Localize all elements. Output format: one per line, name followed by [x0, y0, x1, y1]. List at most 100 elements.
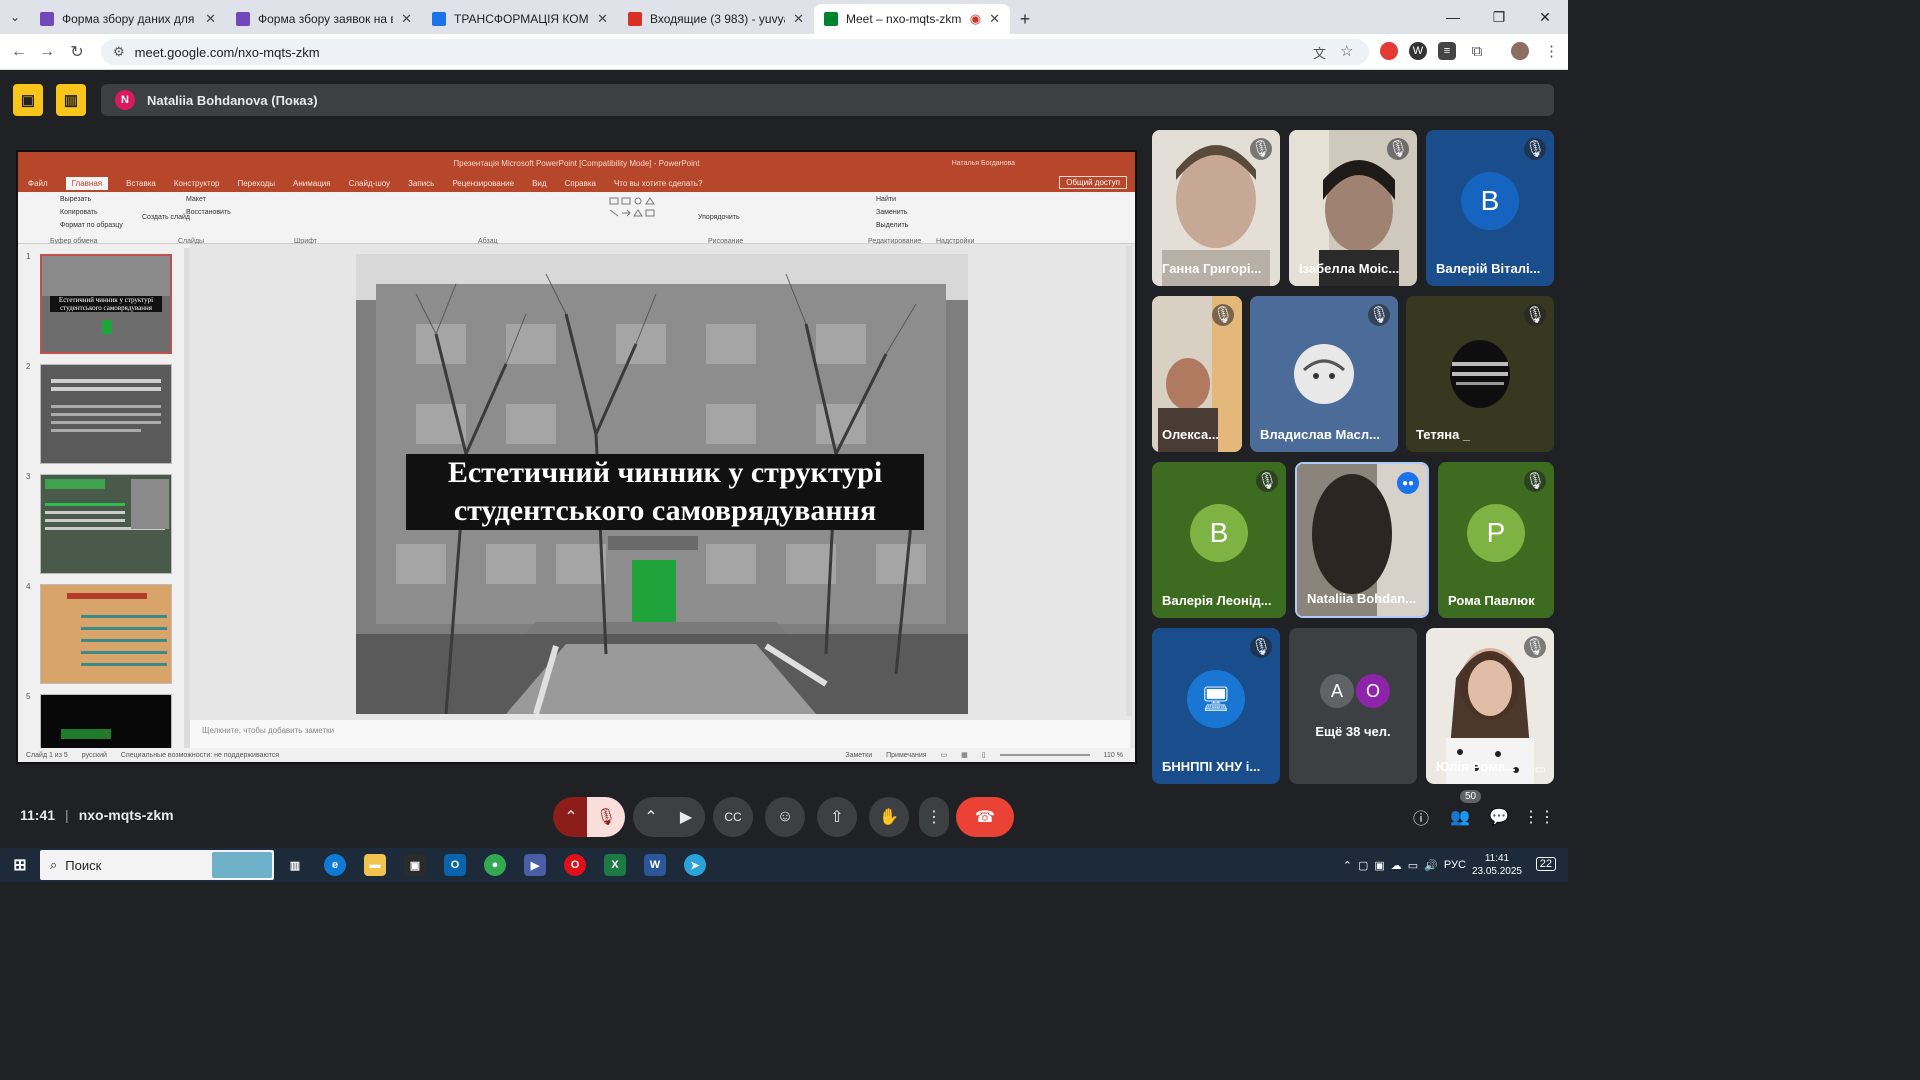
- tray-network-icon[interactable]: ▭: [1408, 859, 1418, 872]
- excel-icon[interactable]: X: [604, 854, 626, 876]
- layout-icon[interactable]: ▥: [56, 84, 86, 116]
- tray-cloud-icon[interactable]: ☁: [1391, 859, 1402, 872]
- ppt-tab[interactable]: Файл: [28, 179, 48, 188]
- browser-tab[interactable]: Форма збору заявок на вступ ✕: [226, 4, 422, 34]
- profile-avatar[interactable]: [1511, 42, 1529, 60]
- taskbar-search[interactable]: ⌕ Поиск: [40, 850, 274, 880]
- close-window-icon[interactable]: ✕: [1522, 0, 1568, 34]
- extension-red-icon[interactable]: [1380, 42, 1398, 60]
- restore-icon[interactable]: ❐: [1476, 0, 1522, 34]
- participant-tile[interactable]: 🖥 🎙 БННППІ ХНУ і...: [1152, 628, 1280, 784]
- ppt-tab[interactable]: Конструктор: [174, 179, 220, 188]
- pin-tile-icon[interactable]: ▭: [1535, 762, 1546, 776]
- participant-tile[interactable]: 🎙 Ізабелла Моіс...: [1289, 130, 1417, 286]
- participant-tile[interactable]: B 🎙 Валерія Леонід...: [1152, 462, 1286, 618]
- chrome-menu-icon[interactable]: ⋮: [1544, 42, 1559, 60]
- slide-vertical-scrollbar[interactable]: [1126, 246, 1132, 716]
- store-icon[interactable]: ▣: [404, 854, 426, 876]
- extension-bars-icon[interactable]: ≡: [1438, 42, 1456, 60]
- slide-thumbnail[interactable]: [40, 474, 172, 574]
- slide-thumbnail[interactable]: [40, 364, 172, 464]
- status-accessibility[interactable]: Специальные возможности: не поддерживают…: [121, 752, 279, 759]
- tray-app-icon[interactable]: ▣: [1374, 859, 1384, 872]
- windows-start-icon[interactable]: ⊞: [9, 854, 31, 876]
- ppt-tab-home[interactable]: Главная: [65, 176, 109, 190]
- slide-thumbnail[interactable]: [40, 584, 172, 684]
- chat-icon[interactable]: 💬: [1486, 804, 1512, 830]
- ppt-tab[interactable]: Слайд-шоу: [349, 179, 390, 188]
- browser-tab[interactable]: Входящие (3 983) - yuvyak@gr ✕: [618, 4, 814, 34]
- telegram-icon[interactable]: ➤: [684, 854, 706, 876]
- participant-tile[interactable]: 🎙 Олекса...: [1152, 296, 1242, 452]
- captions-icon[interactable]: CC: [713, 797, 753, 837]
- zoom-slider[interactable]: [999, 754, 1090, 756]
- stop-presenting-icon[interactable]: ▣: [13, 84, 43, 116]
- ribbon-replace[interactable]: Заменить: [876, 209, 907, 216]
- leave-call-button[interactable]: ☎: [956, 797, 1014, 837]
- participant-tile-speaking[interactable]: ●● Nataliia Bohdan...: [1295, 462, 1429, 618]
- taskbar-clock[interactable]: 11:41 23.05.2025: [1472, 852, 1522, 878]
- ribbon-format-painter[interactable]: Формат по образцу: [60, 222, 123, 229]
- ppt-tab[interactable]: Анимация: [293, 179, 331, 188]
- activities-icon[interactable]: ⋮⋮: [1523, 804, 1555, 830]
- slide-title-box[interactable]: Естетичний чинник у структурі студентськ…: [406, 454, 924, 530]
- participant-tile[interactable]: B 🎙 Валерій Віталі...: [1426, 130, 1554, 286]
- ribbon-cut[interactable]: Вырезать: [60, 196, 91, 203]
- view-sorter-icon[interactable]: ▦: [961, 751, 968, 759]
- slide-thumbnail[interactable]: [40, 694, 172, 750]
- outlook-icon[interactable]: O: [444, 854, 466, 876]
- task-view-icon[interactable]: ▥: [284, 854, 306, 876]
- word-icon[interactable]: W: [644, 854, 666, 876]
- tray-language[interactable]: РУС: [1444, 859, 1466, 871]
- camera-icon[interactable]: ▶: [667, 797, 705, 837]
- tray-chevron-icon[interactable]: ⌃: [1343, 859, 1352, 872]
- view-normal-icon[interactable]: ▭: [941, 751, 948, 759]
- close-tab-icon[interactable]: ✕: [205, 11, 216, 27]
- ppt-tab[interactable]: Вставка: [126, 179, 156, 188]
- ppt-tab[interactable]: Переходы: [237, 179, 275, 188]
- browser-tab[interactable]: Форма збору даних для реєст ✕: [30, 4, 226, 34]
- tab-search-chevron-icon[interactable]: ⌄: [0, 0, 30, 34]
- browser-tab[interactable]: ТРАНСФОРМАЦІЯ КОМУНІКАЦ ✕: [422, 4, 618, 34]
- participant-tile[interactable]: 🎙 Владислав Масл...: [1250, 296, 1398, 452]
- participant-tile[interactable]: 🎙 Тетяна _: [1406, 296, 1554, 452]
- raise-hand-icon[interactable]: ✋: [869, 797, 909, 837]
- notifications-badge[interactable]: 22: [1535, 857, 1556, 871]
- ppt-tab[interactable]: Запись: [408, 179, 434, 188]
- ribbon-arrange[interactable]: Упорядочить: [698, 214, 740, 221]
- browser-tab-active[interactable]: Meet – nxo-mqts-zkm ◉ ✕: [814, 4, 1010, 34]
- translate-icon[interactable]: 文: [1313, 43, 1326, 62]
- meeting-details-icon[interactable]: ⓘ: [1408, 804, 1434, 830]
- minimize-icon[interactable]: —: [1430, 0, 1476, 34]
- status-comments-button[interactable]: Примечания: [886, 752, 926, 759]
- ribbon-layout[interactable]: Макет: [186, 196, 206, 203]
- more-options-icon[interactable]: ⋮: [919, 797, 949, 837]
- ribbon-select[interactable]: Выделить: [876, 222, 908, 229]
- edge-icon[interactable]: e: [324, 854, 346, 876]
- close-tab-icon[interactable]: ✕: [989, 11, 1000, 27]
- participant-tile[interactable]: 🎙 Ганна Григорі...: [1152, 130, 1280, 286]
- audio-options-button[interactable]: ⌃: [553, 797, 589, 837]
- new-tab-button[interactable]: +: [1010, 4, 1040, 34]
- ribbon-find[interactable]: Найти: [876, 196, 896, 203]
- ppt-tab[interactable]: Справка: [565, 179, 596, 188]
- status-notes-button[interactable]: Заметки: [845, 752, 872, 759]
- ppt-tell-me[interactable]: Что вы хотите сделать?: [614, 179, 702, 188]
- close-tab-icon[interactable]: ✕: [401, 11, 412, 27]
- site-info-icon[interactable]: ⚙: [113, 44, 125, 60]
- video-options-button[interactable]: ⌃: [633, 797, 669, 837]
- status-language[interactable]: русский: [82, 752, 107, 759]
- ppt-tab[interactable]: Рецензирование: [452, 179, 514, 188]
- ppt-tab[interactable]: Вид: [532, 179, 546, 188]
- microphone-muted-button[interactable]: 🎙: [587, 797, 625, 837]
- close-tab-icon[interactable]: ✕: [597, 11, 608, 27]
- forward-icon[interactable]: →: [32, 43, 62, 61]
- ribbon-copy[interactable]: Копировать: [60, 209, 98, 216]
- ribbon-reset[interactable]: Восстановить: [186, 209, 231, 216]
- thumbnail-scrollbar[interactable]: [184, 248, 190, 748]
- ppt-share-button[interactable]: Общий доступ: [1059, 176, 1127, 189]
- ribbon-new-slide[interactable]: Создать слайд: [142, 214, 190, 221]
- present-screen-icon[interactable]: ⇧: [817, 797, 857, 837]
- emoji-reactions-icon[interactable]: ☺: [765, 797, 805, 837]
- participant-tile[interactable]: P 🎙 Рома Павлюк: [1438, 462, 1554, 618]
